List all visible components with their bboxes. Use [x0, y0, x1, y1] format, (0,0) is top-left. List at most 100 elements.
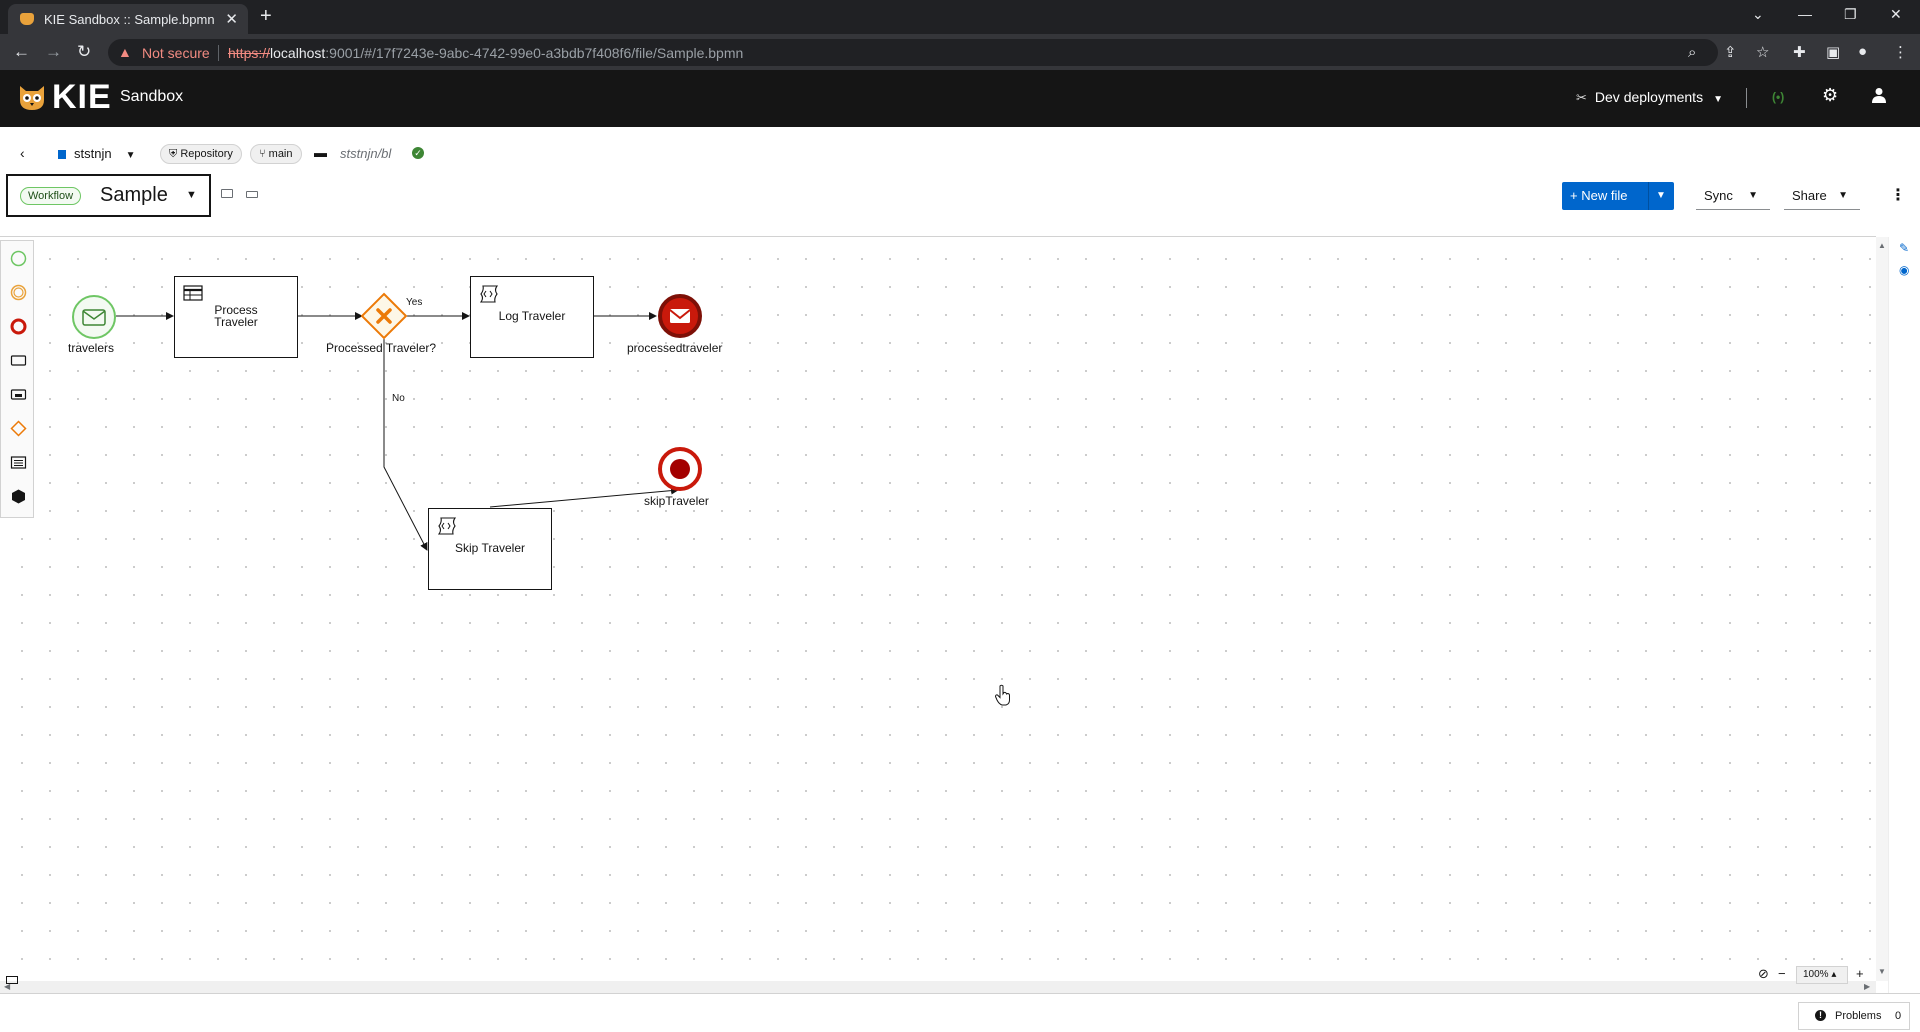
chevron-down-icon: ▼ — [1748, 190, 1758, 201]
new-file-label: New file — [1581, 188, 1628, 203]
keyboard-shortcuts-icon[interactable] — [246, 191, 258, 198]
brand-name[interactable]: KIE — [52, 78, 112, 117]
message-start-event[interactable] — [71, 294, 117, 340]
hand-cursor-icon — [994, 684, 1010, 706]
horizontal-scrollbar[interactable]: ◀ ▶ — [0, 981, 1876, 993]
security-label[interactable]: Not secure — [142, 45, 210, 61]
tab-title: KIE Sandbox :: Sample.bpmn — [44, 12, 215, 27]
branch-chip[interactable]: ⑂ main — [250, 144, 302, 164]
product-name: Sandbox — [120, 88, 184, 105]
end-message-label: processedtraveler — [627, 341, 723, 355]
git-repo-icon — [58, 150, 66, 159]
restore-icon[interactable]: ❐ — [1844, 6, 1857, 23]
file-switcher[interactable]: Workflow Sample ▼ — [6, 174, 211, 217]
chevron-down-icon[interactable]: ▼ — [1656, 190, 1666, 201]
folder-path[interactable]: ststnjn/bl — [340, 146, 391, 161]
chevron-down-icon: ▼ — [125, 150, 136, 161]
properties-rail: ✎ ◉ — [1888, 237, 1920, 1017]
breadcrumb: ‹ ststnjn ▼ ⛨ Repository ⑂ main ▬ ststnjn… — [0, 127, 1920, 177]
app-header: KIE Sandbox ✂ Dev deployments ▼ (•) ⚙ — [0, 70, 1920, 127]
repository-chip[interactable]: ⛨ Repository — [160, 144, 242, 164]
url-host: localhost — [270, 45, 326, 61]
extensions-icon[interactable]: ✚ — [1793, 43, 1806, 61]
scroll-up-icon[interactable]: ▲ — [1878, 241, 1886, 250]
warning-icon: ▲ — [118, 44, 132, 60]
script-task-log-traveler[interactable]: Log Traveler — [470, 276, 594, 358]
preview-eye-icon[interactable]: ◉ — [1899, 263, 1909, 277]
desktop-icon[interactable] — [221, 189, 233, 198]
back-chevron-icon[interactable]: ‹ — [20, 145, 25, 161]
tab-search-icon[interactable]: ⌄ — [1752, 6, 1764, 23]
window-close-icon[interactable]: ✕ — [1890, 6, 1902, 23]
kie-favicon-icon — [20, 13, 34, 25]
business-rule-task-process-traveler[interactable]: Process Traveler — [174, 276, 298, 358]
task-label-line2: Traveler — [214, 315, 258, 329]
more-options-icon[interactable]: ⋮ — [1890, 185, 1906, 205]
bookmark-star-icon[interactable]: ☆ — [1756, 43, 1769, 61]
browser-address-bar: ← → ↻ ▲ Not secure https://localhost:900… — [0, 34, 1920, 70]
dev-deployments-dropdown[interactable]: ✂ Dev deployments ▼ — [1576, 89, 1723, 106]
dev-deployments-label: Dev deployments — [1594, 89, 1704, 105]
zoom-level-select[interactable]: 100% ▴ — [1796, 966, 1848, 984]
start-event-label: travelers — [68, 341, 115, 355]
vertical-scrollbar[interactable]: ▲ ▼ — [1876, 237, 1888, 981]
file-type-badge: Workflow — [20, 187, 82, 205]
browser-tab-bar: KIE Sandbox :: Sample.bpmn ✕ + ⌄ — ❐ ✕ — [0, 0, 1920, 34]
exclusive-gateway[interactable] — [360, 292, 408, 340]
omnibox-divider — [218, 45, 219, 61]
alert-icon: ! — [1815, 1010, 1826, 1021]
url-scheme: https:// — [228, 45, 271, 61]
edit-properties-icon[interactable]: ✎ — [1899, 241, 1909, 255]
folder-icon: ▬ — [314, 145, 327, 160]
reset-zoom-icon[interactable]: ⊘ — [1758, 966, 1769, 982]
new-tab-icon[interactable]: + — [260, 6, 272, 26]
problems-count: 0 — [1895, 1010, 1902, 1022]
back-arrow-icon[interactable]: ← — [13, 43, 30, 61]
message-end-event[interactable] — [656, 292, 704, 340]
sync-dropdown[interactable]: Sync ▼ — [1696, 182, 1770, 210]
zoom-level: 100% — [1803, 969, 1829, 980]
terminate-end-event[interactable] — [656, 445, 704, 493]
sync-label: Sync — [1704, 188, 1733, 203]
profile-icon[interactable]: ● — [1858, 43, 1867, 60]
workspace-dropdown[interactable]: ststnjn ▼ — [58, 146, 135, 161]
zoom-in-icon[interactable]: + — [1856, 966, 1864, 981]
close-tab-icon[interactable]: ✕ — [225, 10, 238, 28]
plus-icon: + — [1570, 188, 1582, 203]
header-divider — [1746, 88, 1747, 108]
repository-chip-label: Repository — [180, 148, 233, 160]
script-icon — [437, 517, 457, 535]
reload-icon[interactable]: ↻ — [77, 43, 91, 61]
flow-gateway-no[interactable] — [383, 338, 428, 551]
settings-gear-icon[interactable]: ⚙ — [1822, 85, 1838, 106]
script-task-skip-traveler[interactable]: Skip Traveler — [428, 508, 552, 590]
problems-tab[interactable]: ! Problems 0 — [1798, 1002, 1910, 1030]
gateway-label: Processed Traveler? — [326, 341, 437, 355]
new-file-button[interactable]: + New file ▼ — [1562, 182, 1674, 210]
forward-arrow-icon[interactable]: → — [45, 43, 62, 61]
minimize-icon[interactable]: — — [1798, 6, 1812, 22]
minimap-toggle-icon[interactable] — [6, 976, 18, 984]
connection-indicator-icon[interactable]: (•) — [1772, 90, 1784, 104]
task-label: Log Traveler — [498, 309, 566, 323]
split-divider — [1648, 182, 1649, 210]
url-text[interactable]: https://localhost:9001/#/17f7243e-9abc-4… — [228, 45, 743, 61]
side-panel-icon[interactable]: ▣ — [1826, 43, 1840, 61]
script-icon — [479, 285, 499, 303]
synced-check-icon: ✓ — [412, 147, 424, 159]
share-page-icon[interactable]: ⇪ — [1724, 43, 1737, 61]
browser-menu-icon[interactable]: ⋮ — [1893, 43, 1908, 61]
kie-logo-icon[interactable] — [18, 82, 46, 112]
status-bar — [0, 993, 1920, 1032]
user-account-icon[interactable] — [1872, 87, 1886, 103]
chevron-down-icon[interactable]: ▼ — [186, 189, 197, 201]
no-flow-label: No — [392, 393, 405, 404]
zoom-out-icon[interactable]: − — [1778, 966, 1786, 981]
share-dropdown[interactable]: Share ▼ — [1784, 182, 1860, 210]
task-label: Skip Traveler — [454, 541, 526, 555]
url-omnibox[interactable]: ▲ Not secure https://localhost:9001/#/17… — [108, 39, 1718, 66]
file-name[interactable]: Sample — [100, 184, 168, 207]
business-rule-icon — [183, 285, 203, 301]
browser-tab[interactable]: KIE Sandbox :: Sample.bpmn ✕ — [8, 4, 248, 34]
zoom-icon[interactable]: ⌕ — [1688, 44, 1696, 61]
